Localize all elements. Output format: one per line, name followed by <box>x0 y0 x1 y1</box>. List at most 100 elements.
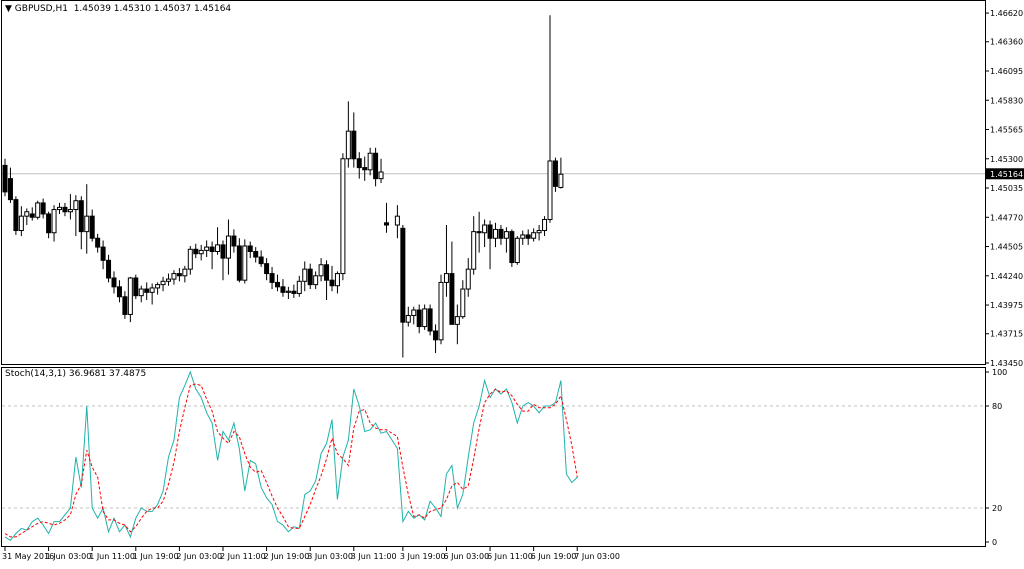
candle-body <box>269 273 275 283</box>
candle-body <box>285 290 291 293</box>
candle-body <box>187 248 193 270</box>
candle-body <box>29 213 35 218</box>
candle <box>160 276 166 292</box>
candle <box>193 243 199 259</box>
candle <box>514 236 520 265</box>
candle-body <box>525 234 531 239</box>
candle-body <box>89 215 95 239</box>
candle <box>558 157 564 189</box>
candle <box>509 229 515 267</box>
candle-body <box>7 178 13 201</box>
time-tick-label: 3 Jun 11:00 <box>351 552 397 561</box>
candle-body <box>2 164 8 193</box>
candle <box>106 254 112 283</box>
time-tick-label: 1 Jun 11:00 <box>89 552 135 561</box>
candle-body <box>62 206 68 213</box>
candle <box>182 265 188 283</box>
candle-body <box>204 246 210 251</box>
stochastic-tick-label: 20 <box>992 504 1002 513</box>
chart-window[interactable]: 1.46620 1.46360 1.46095 1.45830 1.45565 1.453… <box>0 0 1024 565</box>
candle <box>275 274 280 292</box>
candle <box>280 279 286 297</box>
chart-canvas[interactable]: 1.46620 1.46360 1.46095 1.45830 1.45565 1.453… <box>0 0 1024 565</box>
candle-body <box>313 275 319 286</box>
candle <box>449 241 455 325</box>
time-tick-label: 3 Jun 03:00 <box>307 552 353 561</box>
candle <box>264 258 270 281</box>
candle-body <box>356 158 362 169</box>
candle <box>405 306 411 327</box>
candle <box>552 157 558 192</box>
candle-body <box>247 245 253 252</box>
candle-body <box>13 199 19 232</box>
candle <box>247 241 253 259</box>
candle-body <box>552 160 558 187</box>
candle-body <box>106 259 112 279</box>
indicator-title: Stoch(14,3,1) 36.9681 37.4875 <box>5 369 147 379</box>
time-tick-label: 2 Jun 03:00 <box>176 552 222 561</box>
candle-body <box>275 281 280 288</box>
candle <box>302 261 308 292</box>
candle-body <box>67 209 73 213</box>
candle-body <box>411 309 417 317</box>
candle-body <box>384 222 389 226</box>
price-tick-label: 1.45565 <box>990 126 1023 135</box>
candle <box>547 15 553 223</box>
stochastic-tick-label: 80 <box>992 402 1002 411</box>
candle-body <box>40 202 46 215</box>
candle-body <box>509 231 515 264</box>
candle-body <box>345 130 351 160</box>
stochastic-panel[interactable] <box>1 367 986 547</box>
candle <box>18 206 24 237</box>
price-tick-label: 1.46095 <box>990 67 1023 76</box>
candle <box>296 275 302 297</box>
candle-body <box>307 268 313 286</box>
candle-body <box>122 296 128 315</box>
candle <box>144 282 150 301</box>
candle-body <box>242 245 248 281</box>
candle <box>384 202 389 233</box>
price-tick-label: 1.44240 <box>990 272 1023 281</box>
candle <box>531 228 537 242</box>
candle <box>345 101 351 168</box>
candle <box>46 211 52 239</box>
candle <box>427 304 433 336</box>
candle-body <box>378 171 384 180</box>
candle <box>78 196 84 250</box>
candle-body <box>100 246 106 261</box>
candle-body <box>78 200 84 233</box>
indicator-panel-header: Stoch(14,3,1) 36.9681 37.4875 <box>5 369 146 379</box>
candle-body <box>498 228 504 239</box>
candle-body <box>520 234 526 239</box>
stochastic-main-line <box>4 370 578 541</box>
stochastic-axis: 100 80 20 0 <box>985 368 1007 547</box>
candle-body <box>482 224 488 234</box>
time-tick-label: 6 Jun 19:00 <box>531 552 577 561</box>
price-tick-label: 1.46360 <box>990 38 1023 47</box>
candle-body <box>95 237 101 248</box>
candle-body <box>351 130 357 160</box>
candle-body <box>57 206 62 211</box>
candle-body <box>264 263 270 275</box>
candle <box>422 304 428 330</box>
candle <box>215 227 221 255</box>
candle <box>411 306 417 325</box>
candle <box>67 194 73 220</box>
candle <box>57 202 62 214</box>
candle <box>340 153 346 281</box>
candle-body <box>427 308 433 332</box>
candle-body <box>46 213 52 234</box>
candle <box>187 245 193 275</box>
candle-body <box>280 286 286 293</box>
candle <box>307 263 313 290</box>
candle <box>111 271 117 294</box>
candle <box>236 238 242 283</box>
dropdown-triangle-icon[interactable]: ▼ <box>5 4 12 14</box>
main-price-panel[interactable] <box>1 0 986 365</box>
candle-body <box>198 249 204 255</box>
candle <box>291 284 297 298</box>
candle-body <box>166 278 171 282</box>
candle <box>438 274 444 345</box>
candle-body <box>487 224 493 239</box>
candle <box>476 211 482 253</box>
